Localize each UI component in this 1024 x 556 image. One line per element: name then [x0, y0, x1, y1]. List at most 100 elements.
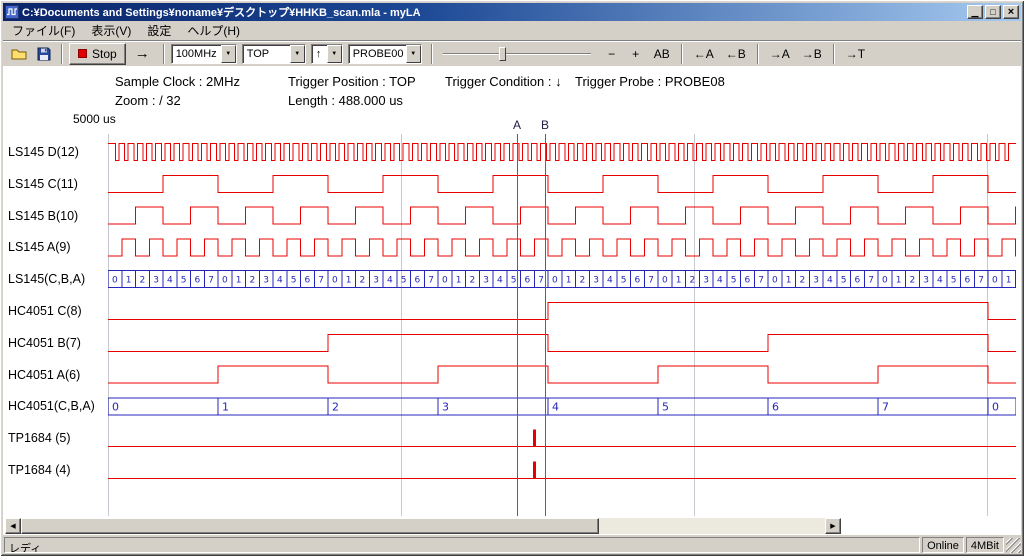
bus-value: 0	[882, 276, 888, 286]
trigger-probe-info: Trigger Probe : PROBE08	[575, 74, 725, 89]
maximize-button[interactable]: □	[985, 5, 1001, 19]
channel-waveform	[108, 366, 1016, 383]
scrollbar-track[interactable]	[21, 518, 825, 534]
save-button[interactable]	[33, 43, 55, 65]
bus-value: 2	[140, 276, 146, 286]
zoom-out-button[interactable]: −	[601, 43, 623, 65]
bus-value: 1	[222, 400, 229, 413]
scrollbar-thumb[interactable]	[21, 518, 599, 534]
scroll-right-button[interactable]: ▶	[825, 518, 841, 534]
bus-cell	[438, 398, 548, 415]
waveform-plot[interactable]: 0123456701234567012345670123456701234567…	[108, 134, 1016, 516]
bus-value: 6	[772, 400, 779, 413]
marker-a-label[interactable]: A	[511, 118, 523, 132]
bus-value: 6	[635, 276, 641, 286]
bus-value: 3	[593, 276, 599, 286]
bus-value: 4	[827, 276, 833, 286]
channel-label: TP1684 (5)	[8, 430, 71, 446]
minimize-button[interactable]: ▁	[967, 5, 983, 19]
bus-cell	[218, 398, 328, 415]
bus-value: 6	[525, 276, 531, 286]
bus-value: 7	[882, 400, 889, 413]
bus-value: 4	[717, 276, 723, 286]
chevron-down-icon[interactable]: ▼	[290, 45, 305, 63]
zoom-slider-track	[443, 53, 591, 55]
status-memory: 4MBit	[966, 537, 1004, 553]
channel-label: HC4051(C,B,A)	[8, 398, 95, 414]
bus-value: 1	[896, 276, 902, 286]
scroll-left-button[interactable]: ◀	[5, 518, 21, 534]
bus-value: 3	[923, 276, 929, 286]
bus-cell	[108, 398, 218, 415]
bus-value: 3	[373, 276, 379, 286]
bus-value: 5	[662, 400, 669, 413]
bus-value: 0	[552, 276, 558, 286]
bus-cell	[878, 398, 988, 415]
close-button[interactable]: ×	[1003, 5, 1019, 19]
trigger-condition-info: Trigger Condition : ↓	[445, 74, 562, 89]
bus-cell	[328, 398, 438, 415]
goto-marker-b-left-button[interactable]: ←B	[721, 43, 751, 65]
stop-button[interactable]: Stop	[69, 43, 126, 65]
open-button[interactable]	[7, 43, 31, 65]
stop-icon	[78, 49, 87, 58]
menu-file[interactable]: ファイル(F)	[4, 20, 83, 41]
channel-waveform	[108, 303, 1016, 320]
bus-value: 5	[401, 276, 407, 286]
toolbar-separator	[163, 44, 165, 64]
bus-value: 4	[552, 400, 559, 413]
menu-help[interactable]: ヘルプ(H)	[179, 20, 248, 41]
bus-value: 0	[112, 276, 118, 286]
pulse-mark	[533, 462, 536, 479]
goto-trigger-button[interactable]: →T	[841, 43, 870, 65]
bus-value: 4	[937, 276, 943, 286]
goto-marker-b-right-button[interactable]: →B	[797, 43, 827, 65]
bus-value: 7	[868, 276, 874, 286]
channel-label: HC4051 A(6)	[8, 367, 80, 383]
chevron-down-icon[interactable]: ▼	[327, 45, 342, 63]
ab-markers-button[interactable]: AB	[649, 43, 675, 65]
chevron-down-icon[interactable]: ▼	[221, 45, 236, 63]
titlebar[interactable]: C:¥Documents and Settings¥noname¥デスクトップ¥…	[3, 3, 1021, 21]
bus-value: 6	[415, 276, 421, 286]
bus-value: 4	[497, 276, 503, 286]
trigger-probe-select[interactable]: PROBE00 ▼	[348, 44, 422, 64]
channel-label: LS145(C,B,A)	[8, 271, 85, 287]
statusbar: レディ Online 4MBit	[3, 535, 1021, 553]
status-ready: レディ	[4, 537, 920, 553]
zoom-slider[interactable]	[443, 44, 591, 64]
bus-value: 2	[580, 276, 586, 286]
bus-value: 7	[648, 276, 654, 286]
zoom-in-button[interactable]: +	[625, 43, 647, 65]
menu-settings[interactable]: 設定	[139, 20, 179, 41]
resize-grip[interactable]	[1006, 538, 1021, 553]
bus-value: 5	[181, 276, 187, 286]
bus-value: 3	[153, 276, 159, 286]
trigger-position-info: Trigger Position : TOP	[288, 74, 416, 89]
bus-value: 0	[222, 276, 228, 286]
toolbar-separator	[681, 44, 683, 64]
trigger-position-select[interactable]: TOP ▼	[242, 44, 306, 64]
bus-value: 7	[208, 276, 214, 286]
zoom-slider-thumb[interactable]	[499, 47, 506, 61]
bus-value: 0	[332, 276, 338, 286]
toolbar-separator	[757, 44, 759, 64]
bus-value: 7	[978, 276, 984, 286]
window-title: C:¥Documents and Settings¥noname¥デスクトップ¥…	[22, 4, 964, 20]
goto-marker-a-left-button[interactable]: ←A	[689, 43, 719, 65]
trigger-probe-value: PROBE00	[349, 45, 406, 63]
run-button[interactable]: →	[128, 43, 157, 65]
horizontal-scrollbar[interactable]: ◀ ▶	[5, 518, 841, 534]
bus-value: 6	[195, 276, 201, 286]
length-info: Length : 488.000 us	[288, 93, 403, 108]
marker-b-label[interactable]: B	[539, 118, 551, 132]
goto-marker-a-right-button[interactable]: →A	[765, 43, 795, 65]
chevron-down-icon[interactable]: ▼	[406, 45, 421, 63]
channel-label: TP1684 (4)	[8, 462, 71, 478]
bus-value: 6	[855, 276, 861, 286]
sample-clock-select[interactable]: 100MHz ▼	[171, 44, 237, 64]
bus-value: 3	[442, 400, 449, 413]
trigger-edge-select[interactable]: ↑ ▼	[311, 44, 343, 64]
menu-view[interactable]: 表示(V)	[83, 20, 139, 41]
bus-cell	[548, 398, 658, 415]
